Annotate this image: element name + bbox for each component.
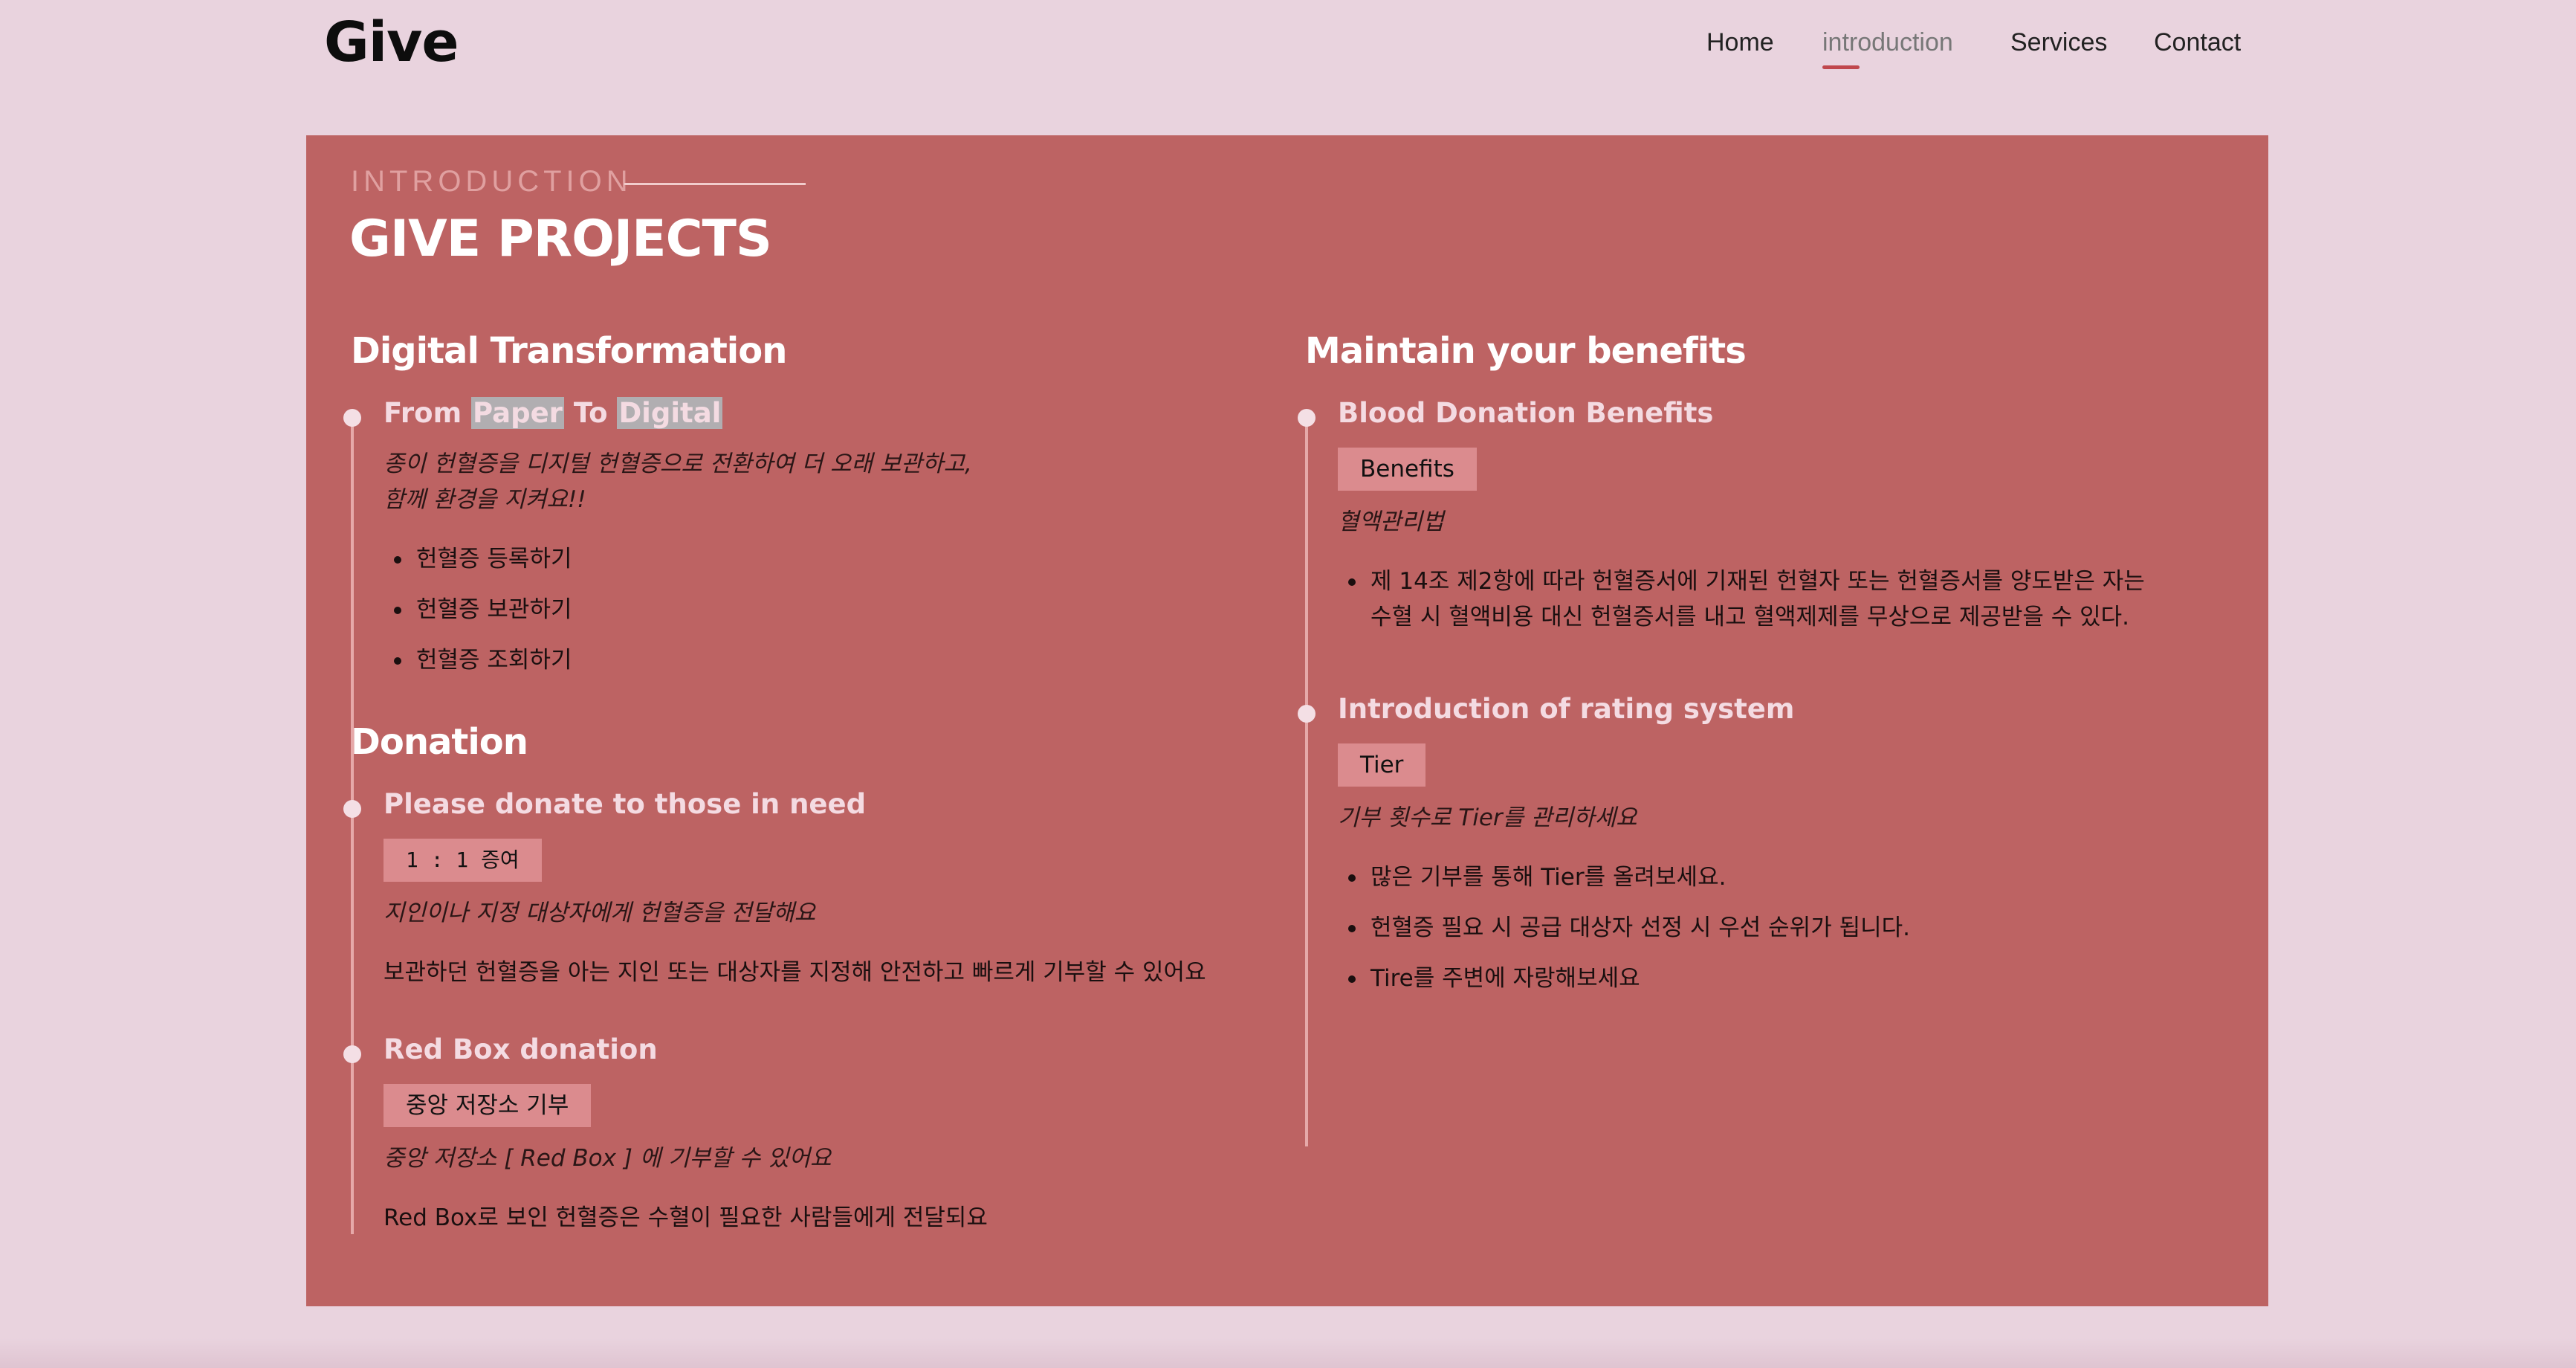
timeline-dot [1298,409,1315,427]
section-eyebrow: INTRODUCTION [351,165,632,198]
title-part: From [384,397,472,429]
item-subtitle: 지인이나 지정 대상자에게 헌혈증을 전달해요 [384,900,816,926]
list-item: 많은 기부를 통해 Tier를 올려보세요. [1347,859,1726,896]
list-item: 헌혈증 등록하기 [392,541,572,578]
nav-link-home[interactable]: Home [1706,28,1774,57]
heading-digital-transformation: Digital Transformation [351,330,787,372]
eyebrow-divider [624,183,806,185]
introduction-panel: INTRODUCTION GIVE PROJECTS Digital Trans… [306,135,2268,1306]
item-title-paper-to-digital: From Paper To Digital [384,397,723,429]
tag-central-storage: 중앙 저장소 기부 [384,1084,592,1127]
page-title: GIVE PROJECTS [349,210,772,268]
item-subtitle: 중앙 저장소 [ Red Box ] 에 기부할 수 있어요 [384,1145,832,1172]
page-bottom-shade [0,1338,2576,1368]
main-nav: Home introduction Services Contact [0,28,2576,88]
nav-active-indicator [1822,65,1860,69]
item-description: 종이 헌혈증을 디지털 헌혈증으로 전환하여 더 오래 보관하고, [384,451,972,477]
nav-link-services[interactable]: Services [2010,28,2107,57]
item-text: 보관하던 헌혈증을 아는 지인 또는 대상자를 지정해 안전하고 빠르게 기부할… [384,959,1206,986]
list-item: 제 14조 제2항에 따라 헌혈증서에 기재된 헌혈자 또는 헌혈증서를 양도받… [1347,564,2145,600]
timeline-line-donation [351,809,354,1234]
item-description: 함께 환경을 지켜요!! [384,486,586,513]
heading-donation: Donation [351,721,528,763]
tag-one-to-one: 1 : 1 증여 [384,839,542,882]
item-subtitle: 혈액관리법 [1338,509,1444,535]
item-text: Red Box로 보인 헌혈증은 수혈이 필요한 사람들에게 전달되요 [384,1204,988,1231]
highlight-paper: Paper [471,397,564,429]
nav-link-introduction[interactable]: introduction [1822,28,1953,57]
list-item: Tire를 주변에 자랑해보세요 [1347,961,1640,997]
list-item: 헌혈증 필요 시 공급 대상자 선정 시 우선 순위가 됩니다. [1347,910,1910,946]
timeline-line-benefits [1305,418,1308,1146]
list-item: 헌혈증 조회하기 [392,642,572,679]
item-title-red-box: Red Box donation [384,1033,658,1065]
item-title-donate-in-need: Please donate to those in need [384,788,867,820]
item-subtitle: 기부 횟수로 Tier를 관리하세요 [1338,804,1637,831]
list-item-continuation: 수혈 시 혈액비용 대신 헌혈증서를 내고 혈액제제를 무상으로 제공받을 수 … [1370,604,2130,630]
timeline-dot [343,409,361,427]
timeline-dot [343,1045,361,1063]
list-item: 헌혈증 보관하기 [392,592,572,628]
item-title-rating-system: Introduction of rating system [1338,693,1795,725]
highlight-digital: Digital [617,397,723,429]
top-navigation-bar: Give Home introduction Services Contact [0,0,2576,104]
title-part: To [563,397,618,429]
tag-tier: Tier [1338,743,1426,787]
timeline-line-digital [351,418,354,828]
nav-link-contact[interactable]: Contact [2154,28,2241,57]
tag-benefits: Benefits [1338,448,1477,491]
heading-maintain-benefits: Maintain your benefits [1305,330,1747,372]
timeline-dot [1298,705,1315,723]
item-title-blood-donation-benefits: Blood Donation Benefits [1338,397,1714,429]
timeline-dot [343,800,361,818]
